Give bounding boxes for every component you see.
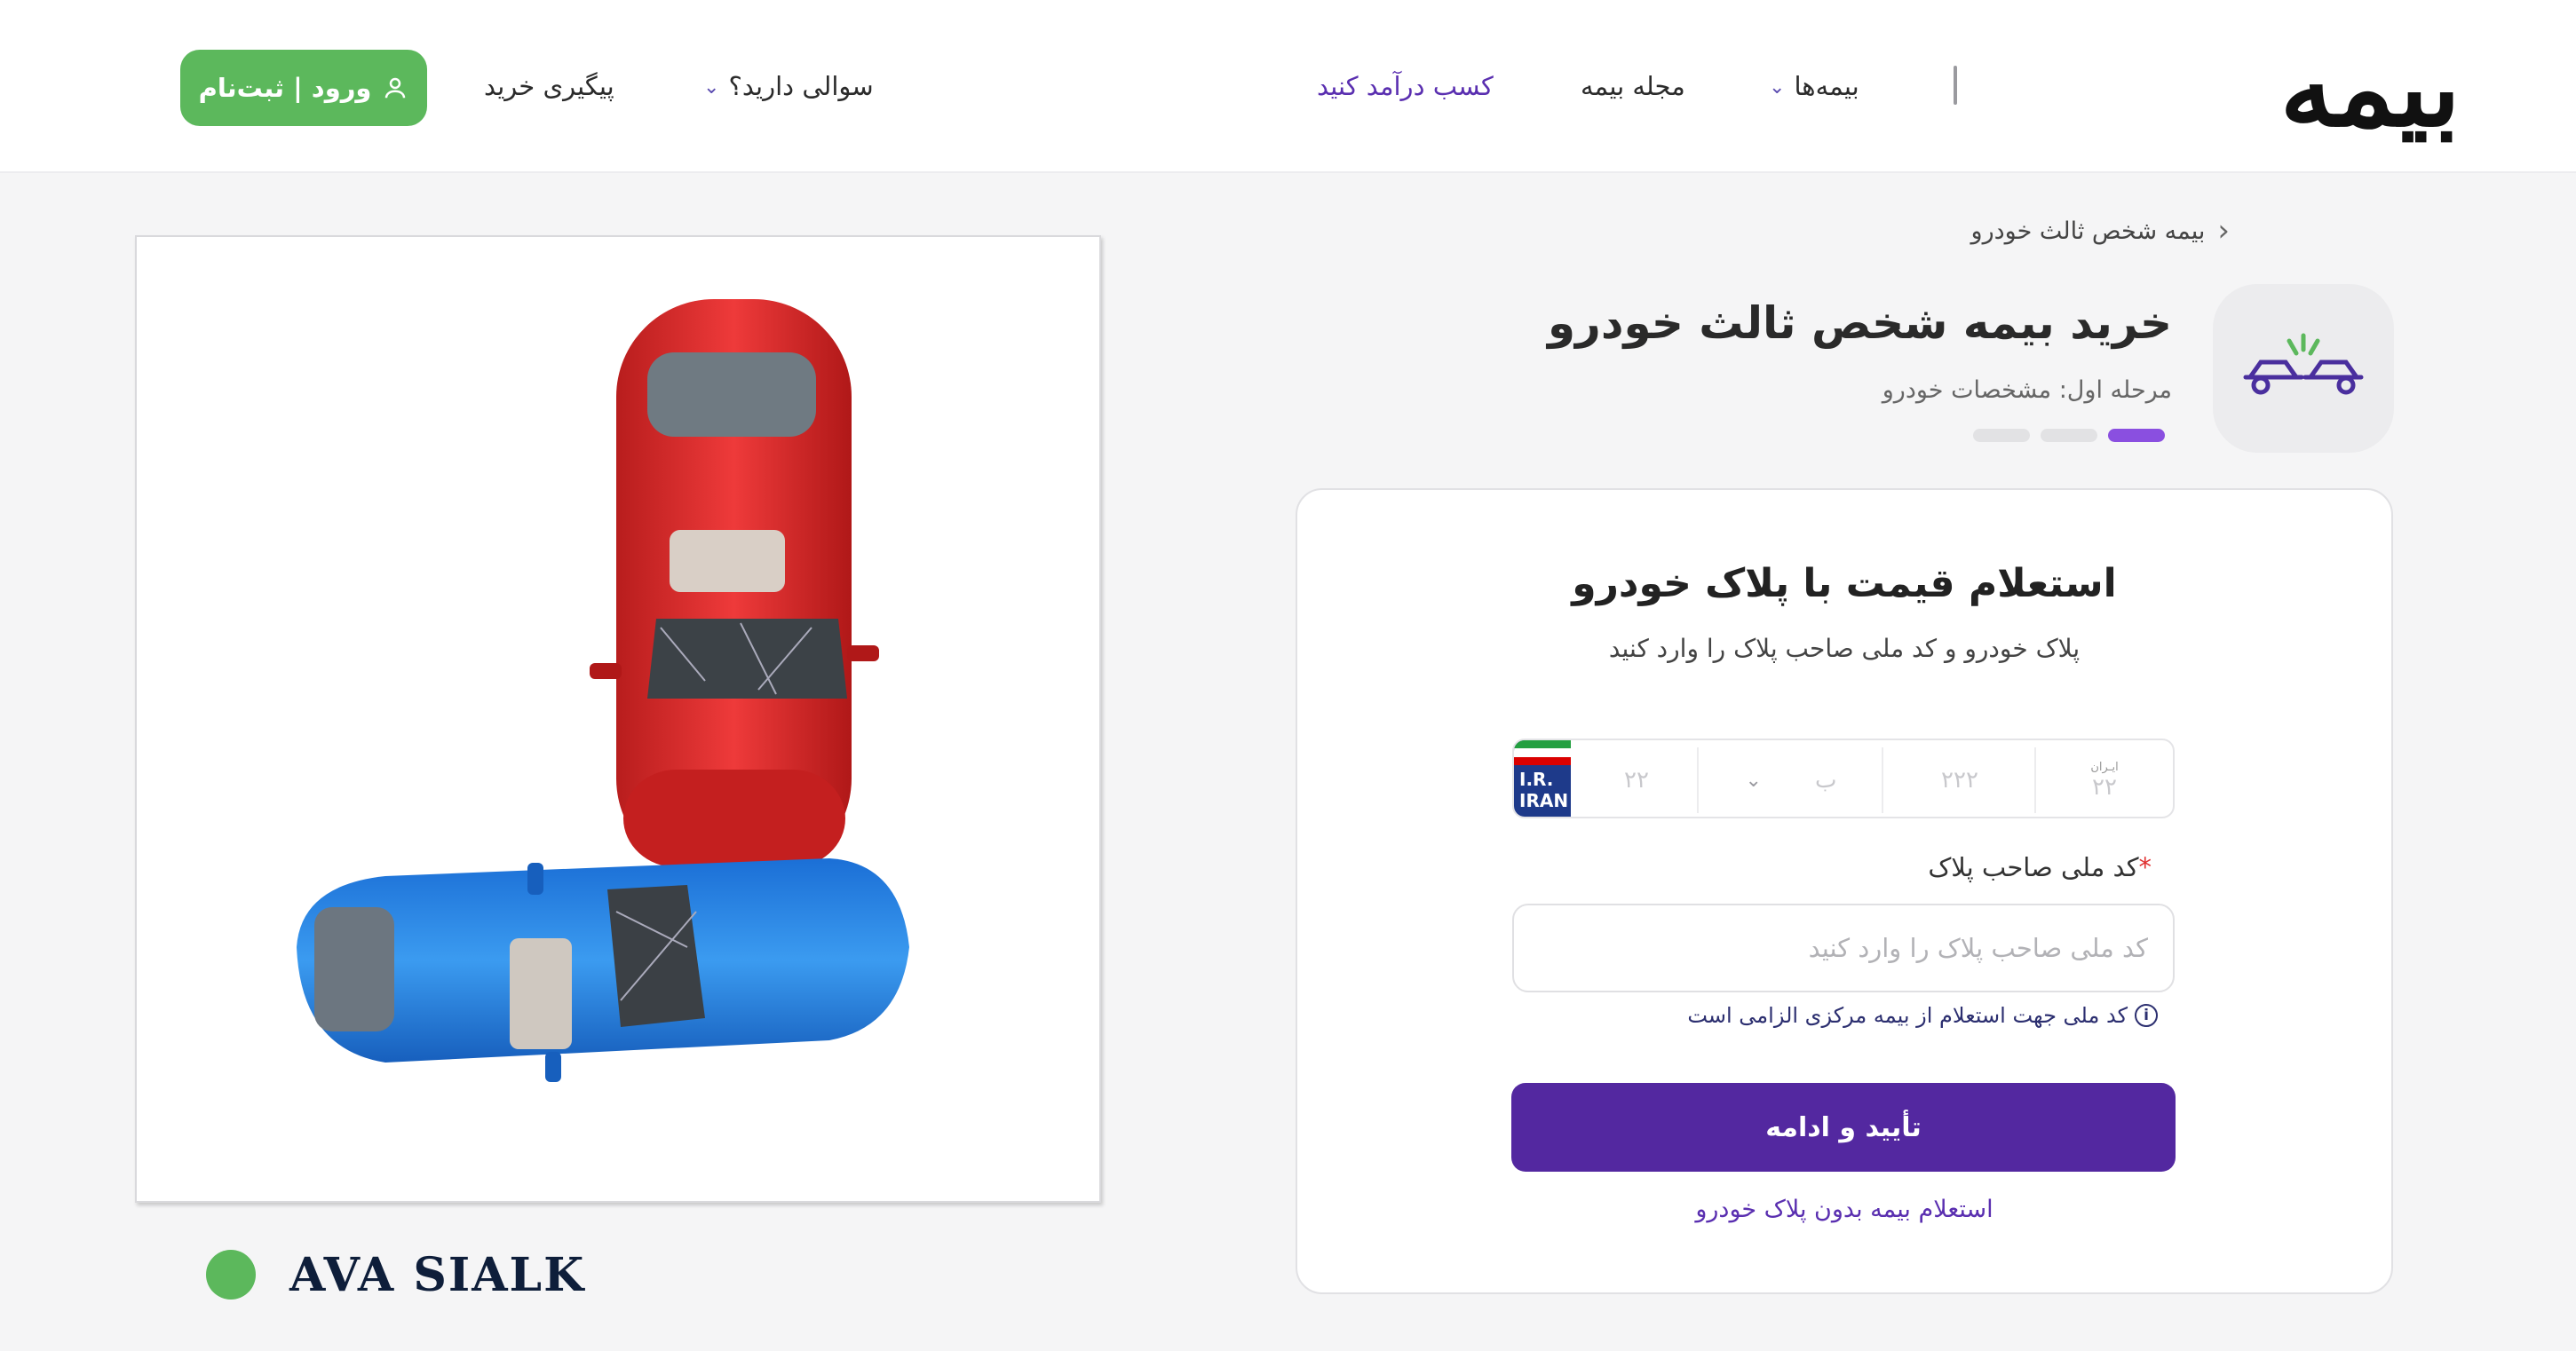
login-button[interactable]: ورود | ثبت‌نام	[180, 50, 427, 126]
step-progress	[1973, 429, 2165, 442]
chevron-left-icon: ‹	[2217, 213, 2230, 249]
plate-seg-three-digit[interactable]: ۲۲۲	[1885, 747, 2036, 813]
blue-car	[297, 858, 909, 1082]
breadcrumb[interactable]: ‹ بیمه شخص ثالث خودرو	[1971, 213, 2230, 249]
nav-insurances[interactable]: بیمه‌ها ⌄	[1769, 66, 1859, 107]
plate-country-code: I.R. IRAN	[1519, 769, 1569, 811]
national-id-label-text: کد ملی صاحب پلاک	[1928, 852, 2139, 882]
chevron-down-icon: ⌄	[1745, 769, 1762, 792]
nav-insurances-label: بیمه‌ها	[1794, 71, 1859, 101]
nav-earn[interactable]: کسب درآمد کنید	[1317, 66, 1494, 107]
brand-dot	[206, 1250, 256, 1300]
iran-flag-icon	[1514, 740, 1571, 765]
info-icon: i	[2135, 1004, 2158, 1027]
plate-flag: I.R. IRAN	[1514, 740, 1571, 817]
brand-name: AVA SIALK	[289, 1247, 586, 1302]
national-id-hint: i کد ملی جهت استعلام از بیمه مرکزی الزام…	[1687, 1003, 2158, 1028]
inquiry-card: استعلام قیمت با پلاک خودرو پلاک خودرو و …	[1296, 488, 2393, 1294]
step-dot-3	[1973, 429, 2030, 442]
plate-region-label: ایـران	[2090, 760, 2119, 774]
confirm-continue-button[interactable]: تأیید و ادامه	[1511, 1083, 2176, 1172]
plate-seg-letter[interactable]: ⌄ ب	[1700, 747, 1883, 813]
nav-questions[interactable]: سوالی دارید؟ ⌄	[703, 66, 874, 107]
license-plate-input: I.R. IRAN ۲۲ ⌄ ب ۲۲۲ ایـران ۲۲	[1512, 739, 2175, 818]
red-car	[590, 299, 879, 876]
national-id-input[interactable]	[1512, 904, 2175, 992]
site-header: بیمه بیمه‌ها ⌄ مجله بیمه کسب درآمد کنید س…	[0, 0, 2576, 173]
nav-divider	[1954, 66, 1957, 105]
car-crash-icon	[2243, 333, 2364, 395]
plate-seg-two-digit[interactable]: ۲۲	[1576, 747, 1699, 813]
step-dot-1	[2108, 429, 2165, 442]
page-title: خرید بیمه شخص ثالث خودرو	[1547, 297, 2172, 349]
inquiry-without-plate-link[interactable]: استعلام بیمه بدون پلاک خودرو	[1297, 1196, 2391, 1223]
car-crash-image	[135, 235, 1101, 1203]
nav-questions-label: سوالی دارید؟	[728, 71, 874, 101]
car-crash-illustration	[297, 299, 909, 1082]
card-title: استعلام قیمت با پلاک خودرو	[1572, 561, 2117, 606]
card-subtitle: پلاک خودرو و کد ملی صاحب پلاک را وارد کن…	[1608, 634, 2081, 663]
nav-magazine[interactable]: مجله بیمه	[1581, 66, 1685, 107]
plate-seg-region[interactable]: ایـران ۲۲	[2038, 747, 2171, 813]
hint-text: کد ملی جهت استعلام از بیمه مرکزی الزامی …	[1687, 1003, 2128, 1028]
required-mark: *	[2138, 852, 2152, 882]
login-label: ورود | ثبت‌نام	[198, 73, 372, 103]
site-logo[interactable]: بیمه	[2280, 27, 2461, 151]
product-icon-box	[2213, 284, 2394, 453]
step-dot-2	[2041, 429, 2097, 442]
step-label: مرحله اول: مشخصات خودرو	[1882, 376, 2172, 404]
breadcrumb-label: بیمه شخص ثالث خودرو	[1970, 217, 2206, 245]
user-icon	[385, 77, 406, 99]
plate-letter: ب	[1814, 767, 1837, 794]
watermark-brand: AVA SIALK	[206, 1246, 585, 1303]
national-id-label: *کد ملی صاحب پلاک	[1928, 852, 2152, 882]
chevron-down-icon: ⌄	[703, 76, 720, 99]
plate-region-code: ۲۲	[2092, 773, 2117, 801]
nav-tracking[interactable]: پیگیری خرید	[484, 66, 614, 107]
chevron-down-icon: ⌄	[1769, 76, 1786, 99]
